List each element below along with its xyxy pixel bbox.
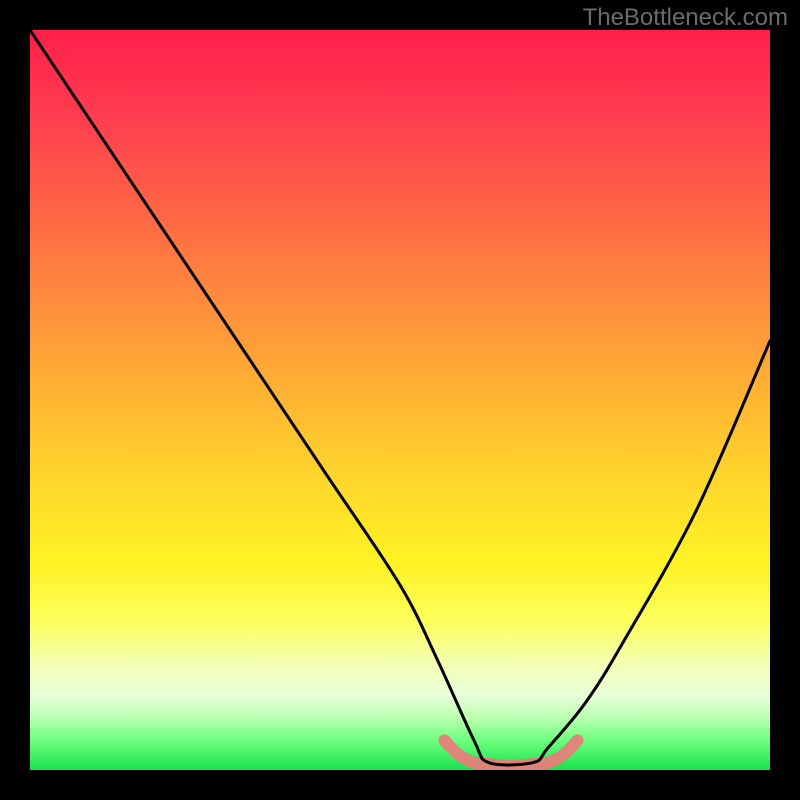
watermark-text: TheBottleneck.com [583,4,788,32]
bottleneck-curve-path [30,30,770,765]
valley-highlight-path [444,740,577,765]
plot-area [30,30,770,770]
curve-layer [30,30,770,770]
chart-frame: TheBottleneck.com [0,0,800,800]
